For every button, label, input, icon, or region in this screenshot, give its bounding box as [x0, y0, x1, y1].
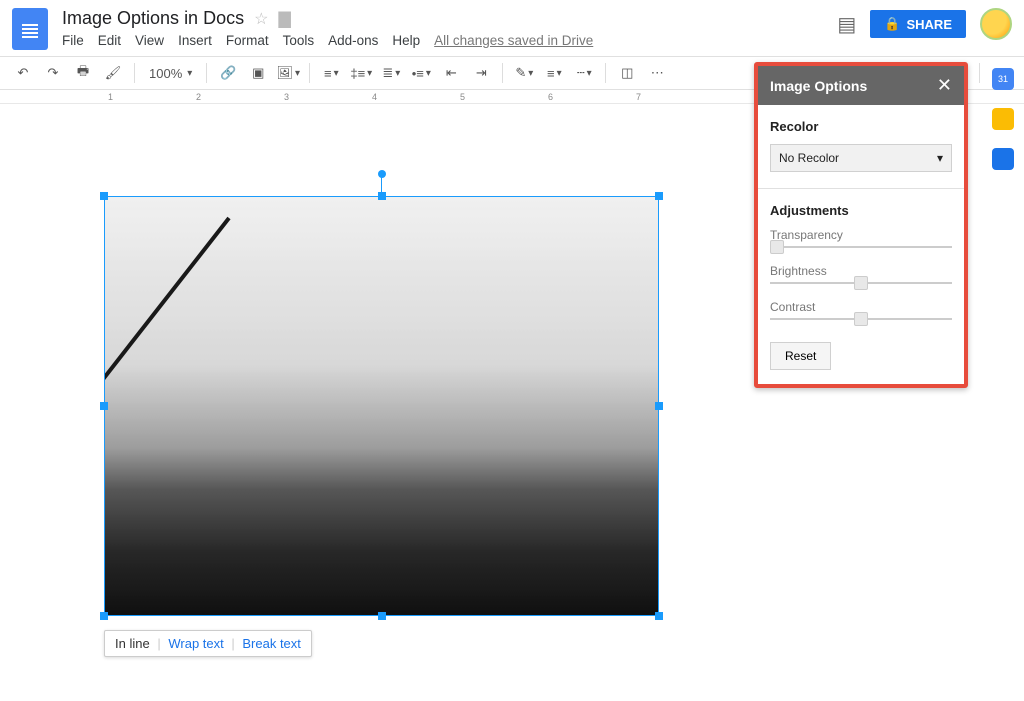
resize-handle-l[interactable] [100, 402, 108, 410]
menu-format[interactable]: Format [226, 33, 269, 48]
resize-handle-tl[interactable] [100, 192, 108, 200]
undo-icon[interactable]: ↶ [10, 60, 36, 86]
contrast-thumb[interactable] [854, 312, 868, 326]
avatar[interactable] [980, 8, 1012, 40]
chevron-down-icon: ▾ [937, 151, 943, 165]
ruler-tick: 4 [372, 92, 377, 102]
bulleted-list-icon[interactable]: •≡ [408, 60, 434, 86]
panel-body: Recolor No Recolor ▾ Adjustments Transpa… [758, 105, 964, 384]
brightness-thumb[interactable] [854, 276, 868, 290]
rotation-line [381, 176, 382, 192]
star-icon[interactable]: ☆ [254, 9, 268, 29]
text-wrap-toolbar: In line | Wrap text | Break text [104, 630, 312, 657]
image-placeholder [105, 197, 658, 615]
numbered-list-icon[interactable]: ≣ [378, 60, 404, 86]
link-icon[interactable]: 🔗 [215, 60, 241, 86]
line-spacing-icon[interactable]: ‡≡ [348, 60, 374, 86]
ruler-tick: 7 [636, 92, 641, 102]
header: Image Options in Docs ☆ ▇ File Edit View… [0, 0, 1024, 56]
resize-handle-bl[interactable] [100, 612, 108, 620]
panel-header: Image Options ✕ [758, 66, 964, 105]
tasks-icon[interactable] [992, 148, 1014, 170]
docs-logo-icon[interactable] [12, 8, 48, 50]
calendar-icon[interactable] [992, 68, 1014, 90]
brightness-slider[interactable] [770, 282, 952, 284]
menu-help[interactable]: Help [392, 33, 420, 48]
folder-icon[interactable]: ▇ [278, 9, 290, 29]
wrap-inline[interactable]: In line [115, 636, 150, 651]
menu-view[interactable]: View [135, 33, 164, 48]
ruler-tick: 3 [284, 92, 289, 102]
recolor-title: Recolor [770, 119, 952, 134]
contrast-slider[interactable] [770, 318, 952, 320]
resize-handle-br[interactable] [655, 612, 663, 620]
resize-handle-t[interactable] [378, 192, 386, 200]
toolbar-separator [605, 63, 606, 83]
menu-tools[interactable]: Tools [283, 33, 315, 48]
menu-addons[interactable]: Add-ons [328, 33, 378, 48]
resize-handle-b[interactable] [378, 612, 386, 620]
zoom-dropdown[interactable]: 100% [143, 64, 198, 83]
recolor-dropdown[interactable]: No Recolor ▾ [770, 144, 952, 172]
close-icon[interactable]: ✕ [937, 75, 952, 96]
ruler-tick: 6 [548, 92, 553, 102]
ruler-tick: 5 [460, 92, 465, 102]
paint-format-icon[interactable]: 🖌 [100, 60, 126, 86]
toolbar-separator [309, 63, 310, 83]
selected-image[interactable] [104, 196, 659, 616]
redo-icon[interactable]: ↷ [40, 60, 66, 86]
wrap-text[interactable]: Wrap text [168, 636, 223, 651]
recolor-value: No Recolor [779, 151, 839, 165]
save-status[interactable]: All changes saved in Drive [434, 33, 593, 48]
share-label: SHARE [906, 17, 952, 32]
panel-title: Image Options [770, 78, 867, 94]
menu-edit[interactable]: Edit [98, 33, 121, 48]
divider [758, 188, 964, 189]
menubar: File Edit View Insert Format Tools Add-o… [62, 33, 593, 48]
share-button[interactable]: 🔒 SHARE [870, 10, 966, 38]
toolbar-separator [979, 63, 980, 83]
image-content [104, 196, 659, 616]
menu-insert[interactable]: Insert [178, 33, 212, 48]
comment-insert-icon[interactable]: ▣ [245, 60, 271, 86]
resize-handle-r[interactable] [655, 402, 663, 410]
more-icon[interactable]: ⋯ [644, 60, 670, 86]
border-dash-icon[interactable]: ┄ [571, 60, 597, 86]
align-dropdown-icon[interactable]: ≡ [318, 60, 344, 86]
document-page: In line | Wrap text | Break text [0, 104, 734, 701]
toolbar-separator [206, 63, 207, 83]
keep-icon[interactable] [992, 108, 1014, 130]
side-app-icons [992, 68, 1014, 170]
lock-icon: 🔒 [884, 16, 900, 32]
indent-decrease-icon[interactable]: ⇤ [438, 60, 464, 86]
toolbar-separator [502, 63, 503, 83]
rotation-handle[interactable] [378, 170, 386, 178]
header-right: ▤ 🔒 SHARE [837, 8, 1012, 40]
ruler-tick: 1 [108, 92, 113, 102]
canvas-area: In line | Wrap text | Break text [0, 104, 734, 701]
indent-increase-icon[interactable]: ⇥ [468, 60, 494, 86]
ruler-tick: 2 [196, 92, 201, 102]
transparency-label: Transparency [770, 228, 952, 242]
transparency-slider[interactable] [770, 246, 952, 248]
transparency-thumb[interactable] [770, 240, 784, 254]
image-dropdown-icon[interactable]: 🖼 [275, 60, 301, 86]
adjustments-title: Adjustments [770, 203, 952, 218]
crop-icon[interactable]: ◫ [614, 60, 640, 86]
reset-button[interactable]: Reset [770, 342, 831, 370]
border-weight-icon[interactable]: ≡ [541, 60, 567, 86]
print-icon[interactable]: 🖶 [70, 60, 96, 86]
resize-handle-tr[interactable] [655, 192, 663, 200]
menu-file[interactable]: File [62, 33, 84, 48]
image-options-panel: Image Options ✕ Recolor No Recolor ▾ Adj… [754, 62, 968, 388]
doc-title[interactable]: Image Options in Docs [62, 8, 244, 29]
toolbar-separator [134, 63, 135, 83]
comments-icon[interactable]: ▤ [837, 12, 856, 37]
border-color-icon[interactable]: ✎ [511, 60, 537, 86]
title-block: Image Options in Docs ☆ ▇ File Edit View… [62, 8, 593, 48]
break-text[interactable]: Break text [242, 636, 301, 651]
